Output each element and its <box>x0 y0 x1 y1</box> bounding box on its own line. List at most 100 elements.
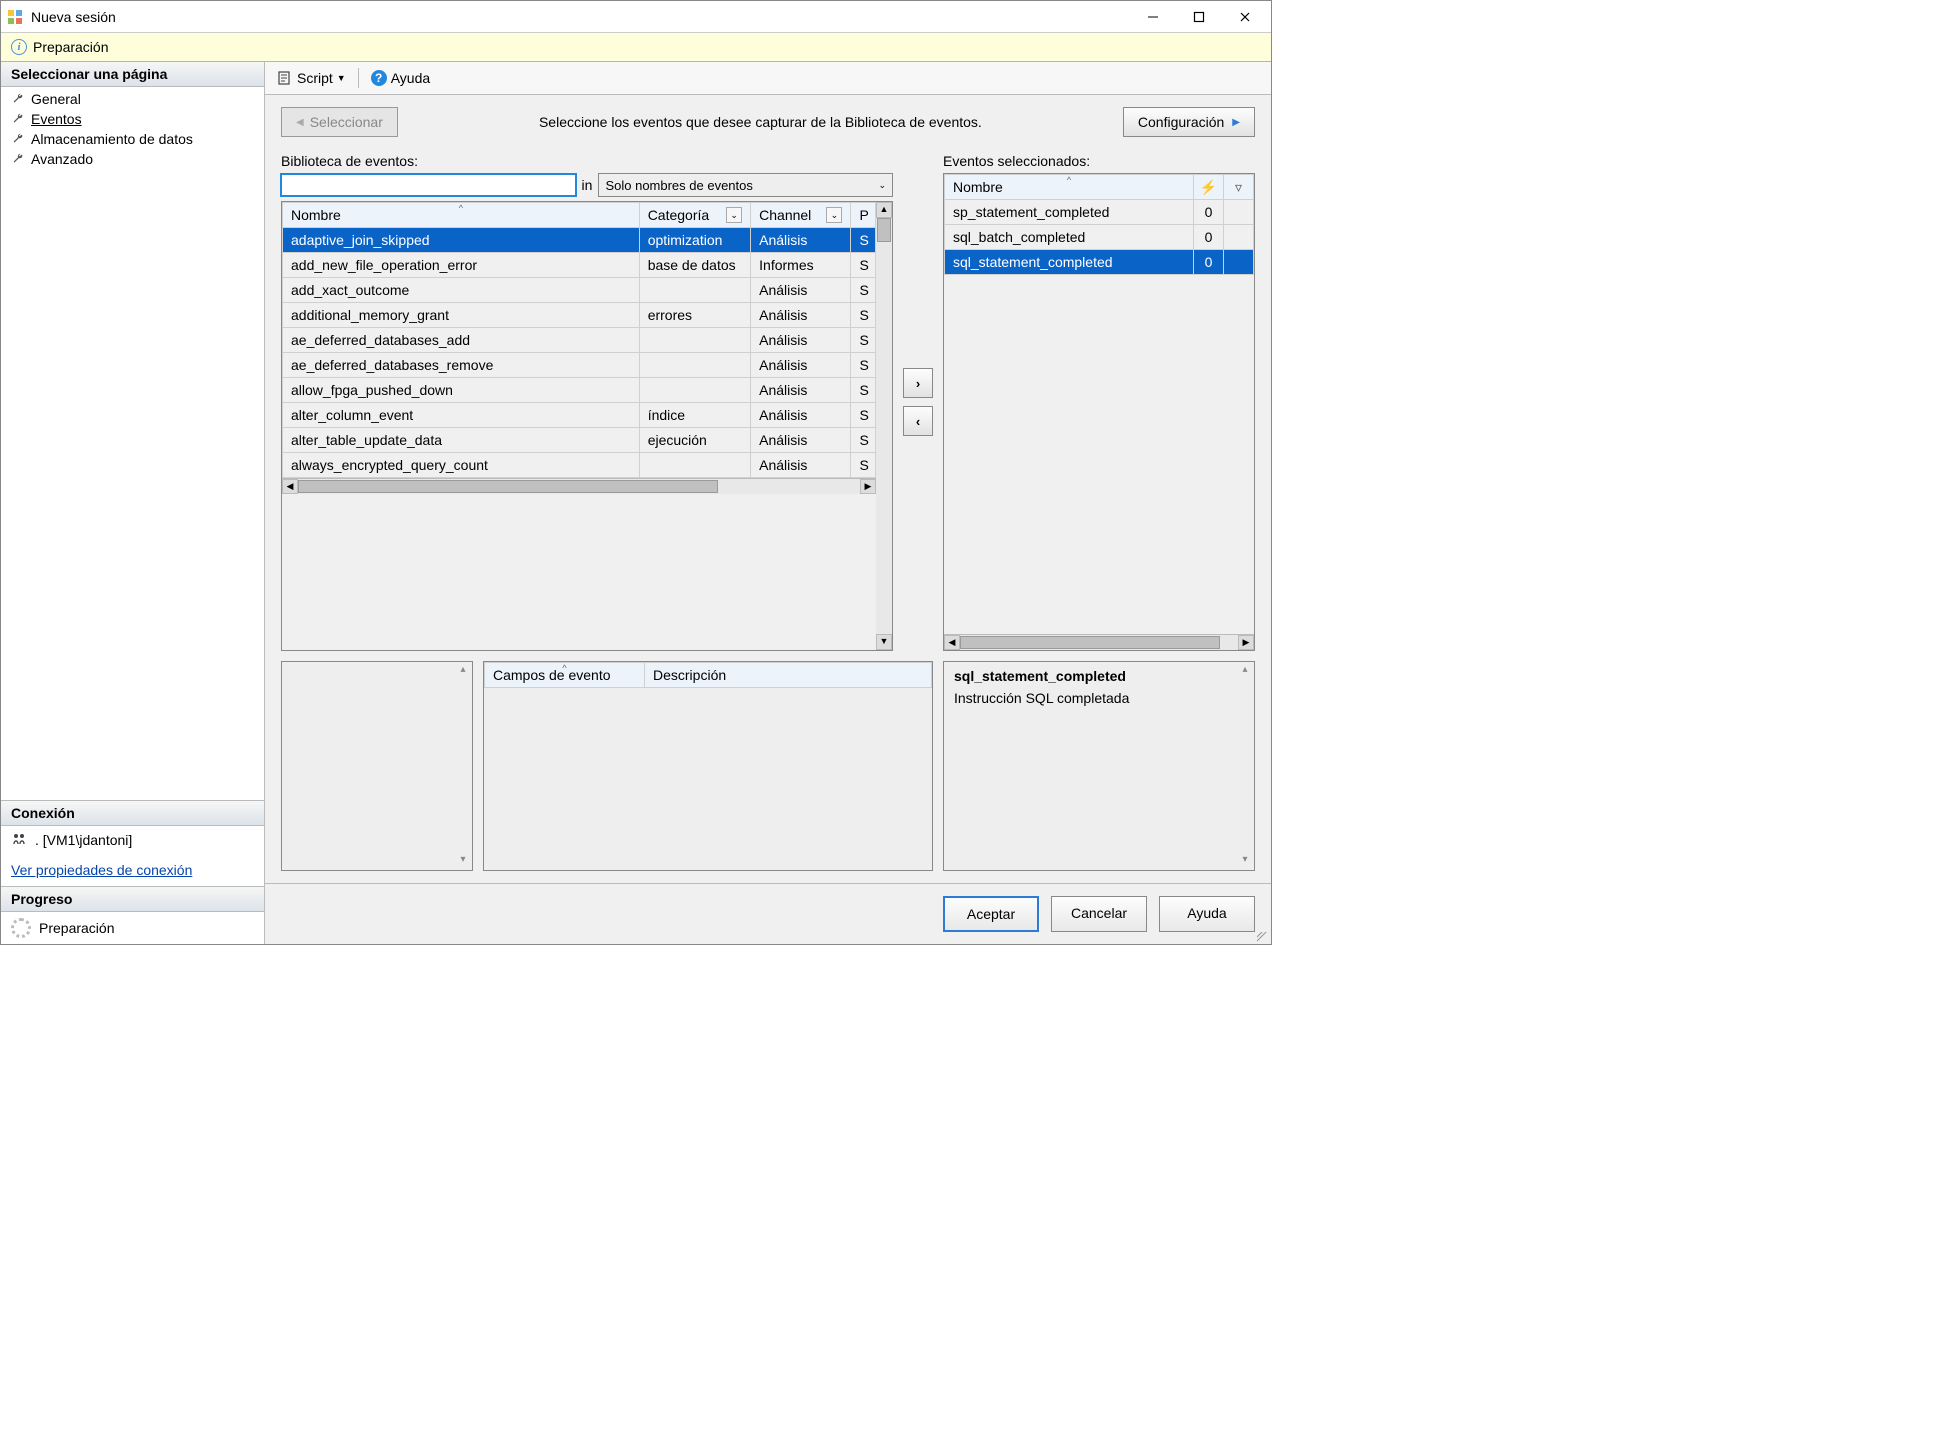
selected-label: Eventos seleccionados: <box>943 153 1255 169</box>
bottom-row: ▴ ▾ ^Campos de evento Descripción <box>281 661 1255 871</box>
scroll-thumb[interactable] <box>960 636 1220 649</box>
main: Script ▼ ? Ayuda ◀ Seleccionar Seleccion… <box>265 62 1271 944</box>
table-row[interactable]: sql_statement_completed0 <box>945 250 1254 275</box>
library-grid: ^Nombre Categoría⌄ Channel⌄ P adaptive_j… <box>281 201 893 651</box>
scroll-down-icon[interactable]: ▾ <box>456 854 470 868</box>
spinner-icon <box>11 918 31 938</box>
connection-header: Conexión <box>1 801 264 826</box>
info-icon: i <box>11 39 27 55</box>
close-button[interactable] <box>1231 5 1259 29</box>
connection-value-row: . [VM1\jdantoni] <box>1 826 264 854</box>
chevron-down-icon: ▼ <box>337 73 346 83</box>
toolbar: Script ▼ ? Ayuda <box>265 62 1271 95</box>
bolt-icon: ⚡ <box>1200 179 1217 195</box>
table-row[interactable]: allow_fpga_pushed_downAnálisisS <box>283 378 876 403</box>
help-button-bottom[interactable]: Ayuda <box>1159 896 1255 932</box>
select-button[interactable]: ◀ Seleccionar <box>281 107 398 137</box>
instruction-text: Seleccione los eventos que desee captura… <box>414 114 1107 130</box>
minimize-button[interactable] <box>1139 5 1167 29</box>
sidebar-item-general[interactable]: General <box>1 89 264 109</box>
sidebar-item-label: General <box>31 91 81 107</box>
scroll-left-icon[interactable]: ◀ <box>282 479 298 494</box>
script-button[interactable]: Script ▼ <box>277 70 346 86</box>
col-channel[interactable]: Channel⌄ <box>751 203 851 228</box>
content: ◀ Seleccionar Seleccione los eventos que… <box>265 95 1271 883</box>
scroll-up-icon[interactable]: ▴ <box>456 664 470 678</box>
col-category[interactable]: Categoría⌄ <box>639 203 750 228</box>
chevron-down-icon[interactable]: ⌄ <box>826 207 842 223</box>
table-row[interactable]: sql_batch_completed0 <box>945 225 1254 250</box>
selected-grid: ^Nombre ⚡ ▿ sp_statement_completed0 sql_… <box>943 173 1255 651</box>
maximize-button[interactable] <box>1185 5 1213 29</box>
col-actions-icon[interactable]: ⚡ <box>1194 175 1224 200</box>
search-input[interactable] <box>281 174 576 196</box>
search-row: in Solo nombres de eventos ⌄ <box>281 173 893 197</box>
table-row[interactable]: alter_column_eventíndiceAnálisisS <box>283 403 876 428</box>
scroll-thumb[interactable] <box>298 480 718 493</box>
config-button[interactable]: Configuración ▶ <box>1123 107 1255 137</box>
scroll-right-icon[interactable]: ▶ <box>860 479 876 494</box>
col-name[interactable]: ^Nombre <box>945 175 1194 200</box>
col-name[interactable]: ^Nombre <box>283 203 640 228</box>
h-scrollbar[interactable]: ◀ ▶ <box>944 634 1254 650</box>
table-row[interactable]: adaptive_join_skippedoptimizationAnálisi… <box>283 228 876 253</box>
sidebar-item-storage[interactable]: Almacenamiento de datos <box>1 129 264 149</box>
sidebar-item-advanced[interactable]: Avanzado <box>1 149 264 169</box>
library-label: Biblioteca de eventos: <box>281 153 893 169</box>
ok-button[interactable]: Aceptar <box>943 896 1039 932</box>
table-row[interactable]: ae_deferred_databases_addAnálisisS <box>283 328 876 353</box>
scroll-thumb[interactable] <box>877 218 891 242</box>
sidebar: Seleccionar una página General Eventos A… <box>1 62 265 944</box>
resize-grip-icon[interactable] <box>265 932 1271 944</box>
add-button[interactable]: › <box>903 368 933 398</box>
progress-row: Preparación <box>1 912 264 944</box>
sidebar-item-label: Almacenamiento de datos <box>31 131 193 147</box>
wrench-icon <box>11 152 25 166</box>
sidebar-header: Seleccionar una página <box>1 62 264 87</box>
table-row[interactable]: additional_memory_granterroresAnálisisS <box>283 303 876 328</box>
scroll-right-icon[interactable]: ▶ <box>1238 635 1254 650</box>
scroll-down-icon[interactable]: ▾ <box>1238 854 1252 868</box>
sidebar-items: General Eventos Almacenamiento de datos … <box>1 87 264 171</box>
scroll-left-icon[interactable]: ◀ <box>944 635 960 650</box>
connection-value: . [VM1\jdantoni] <box>35 832 132 848</box>
transfer-buttons: › ‹ <box>903 153 933 651</box>
col-p[interactable]: P <box>851 203 876 228</box>
scroll-up-icon[interactable]: ▲ <box>876 202 892 218</box>
wrench-icon <box>11 132 25 146</box>
toolbar-separator <box>358 68 359 88</box>
table-row[interactable]: always_encrypted_query_countAnálisisS <box>283 453 876 478</box>
in-label: in <box>582 177 593 193</box>
info-strip: i Preparación <box>1 33 1271 62</box>
library-grid-body[interactable]: ^Nombre Categoría⌄ Channel⌄ P adaptive_j… <box>282 202 876 650</box>
chevron-down-icon[interactable]: ⌄ <box>726 207 742 223</box>
selected-panel: Eventos seleccionados: ^Nombre ⚡ <box>943 153 1255 651</box>
help-label: Ayuda <box>391 70 430 86</box>
filter-mode-combo[interactable]: Solo nombres de eventos ⌄ <box>598 173 893 197</box>
table-row[interactable]: sp_statement_completed0 <box>945 200 1254 225</box>
top-row: ◀ Seleccionar Seleccione los eventos que… <box>281 107 1255 137</box>
v-scrollbar[interactable]: ▲ ▼ <box>876 202 892 650</box>
table-row[interactable]: add_new_file_operation_errorbase de dato… <box>283 253 876 278</box>
titlebar: Nueva sesión <box>1 1 1271 33</box>
select-label: Seleccionar <box>310 114 383 130</box>
scroll-up-icon[interactable]: ▴ <box>1238 664 1252 678</box>
chevron-right-icon: ▶ <box>1232 117 1240 128</box>
selected-grid-body[interactable]: ^Nombre ⚡ ▿ sp_statement_completed0 sql_… <box>944 174 1254 634</box>
event-fields-panel: ^Campos de evento Descripción <box>483 661 933 871</box>
h-scrollbar[interactable]: ◀ ▶ <box>282 478 876 494</box>
scroll-down-icon[interactable]: ▼ <box>876 634 892 650</box>
script-icon <box>277 70 293 86</box>
sidebar-item-label: Eventos <box>31 111 82 127</box>
col-filter-icon[interactable]: ▿ <box>1224 175 1254 200</box>
remove-button[interactable]: ‹ <box>903 406 933 436</box>
sidebar-item-eventos[interactable]: Eventos <box>1 109 264 129</box>
connection-properties-link[interactable]: Ver propiedades de conexión <box>1 854 264 886</box>
table-row[interactable]: add_xact_outcomeAnálisisS <box>283 278 876 303</box>
help-button[interactable]: ? Ayuda <box>371 70 430 86</box>
table-row[interactable]: alter_table_update_dataejecuciónAnálisis… <box>283 428 876 453</box>
table-row[interactable]: ae_deferred_databases_removeAnálisisS <box>283 353 876 378</box>
cancel-button[interactable]: Cancelar <box>1051 896 1147 932</box>
col-description[interactable]: Descripción <box>645 663 932 688</box>
col-event-fields[interactable]: ^Campos de evento <box>485 663 645 688</box>
